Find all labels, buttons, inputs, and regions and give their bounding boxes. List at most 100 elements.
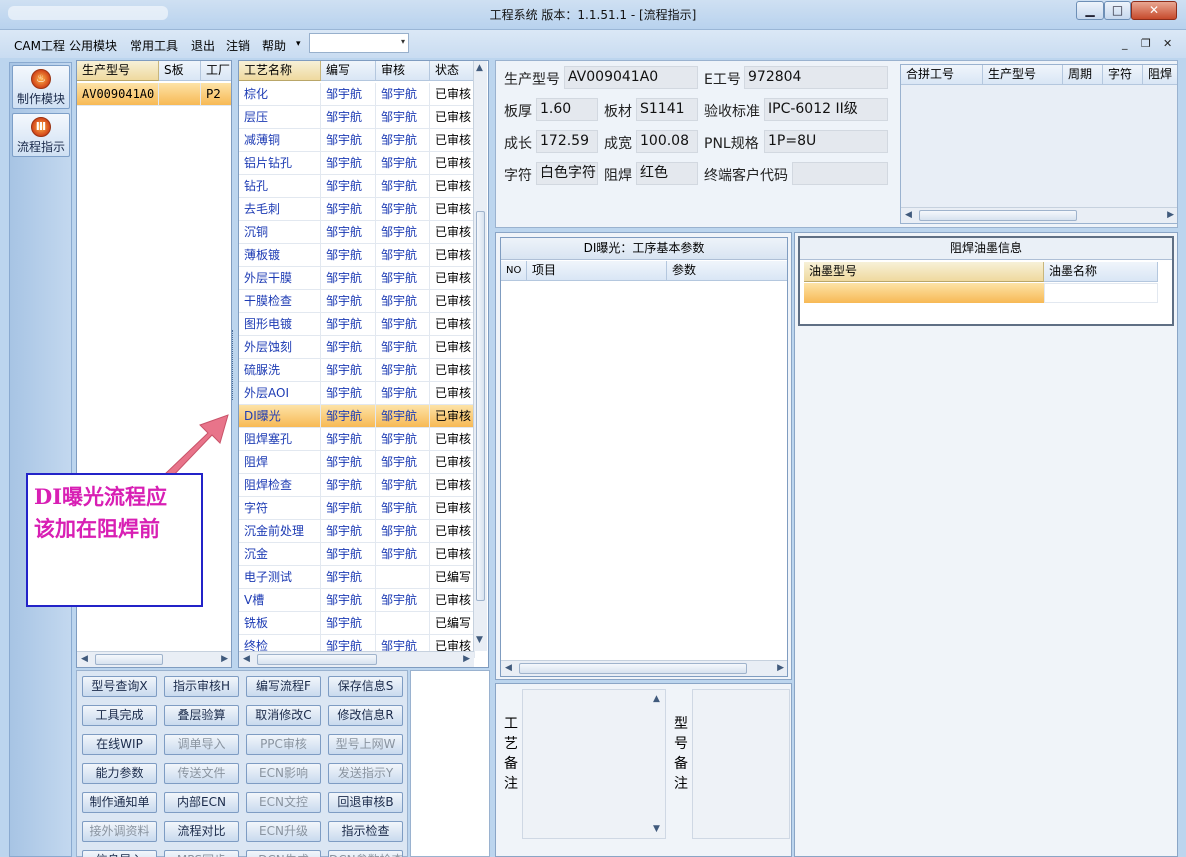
module-process-button[interactable]: Ⅲ 流程指示 (12, 113, 70, 157)
table-row[interactable]: 外层AOI 邹宇航 邹宇航 已审核 (239, 382, 475, 405)
action-button[interactable]: 保存信息S (328, 676, 403, 697)
table-row[interactable]: 棕化 邹宇航 邹宇航 已审核 (239, 83, 475, 106)
action-button[interactable]: 流程对比 (164, 821, 239, 842)
mdi-close-button[interactable]: ✕ (1163, 37, 1172, 50)
vertical-scrollbar[interactable]: ▲ ▼ (473, 61, 487, 651)
action-button[interactable]: 指示检查 (328, 821, 403, 842)
maximize-button[interactable]: □ (1104, 1, 1131, 20)
material-field[interactable]: S1141 (636, 98, 698, 121)
action-button[interactable]: 取消修改C (246, 705, 321, 726)
scroll-thumb[interactable] (257, 654, 377, 665)
col-cycle-header[interactable]: 周期 (1063, 65, 1103, 85)
scroll-down-icon[interactable]: ▼ (653, 824, 660, 834)
table-row[interactable]: 阻焊塞孔 邹宇航 邹宇航 已审核 (239, 428, 475, 451)
scroll-thumb[interactable] (919, 210, 1077, 221)
col-reviewer-header[interactable]: 审核 (376, 61, 430, 81)
mdi-restore-button[interactable]: ❐ (1141, 37, 1151, 50)
width-field[interactable]: 100.08 (636, 130, 698, 153)
scroll-right-icon[interactable]: ▶ (463, 654, 470, 664)
table-row[interactable]: 薄板镀 邹宇航 邹宇航 已审核 (239, 244, 475, 267)
col-char-header[interactable]: 字符 (1103, 65, 1143, 85)
scroll-left-icon[interactable]: ◀ (905, 210, 912, 220)
menu-tools[interactable]: 常用工具 (130, 37, 178, 54)
model-field[interactable]: AV009041A0 (564, 66, 698, 89)
horizontal-scrollbar[interactable]: ◀ ▶ (77, 651, 231, 667)
table-row[interactable]: 铣板 邹宇航 已编写 (239, 612, 475, 635)
horizontal-scrollbar[interactable]: ◀ ▶ (501, 660, 787, 676)
action-button[interactable]: 在线WIP (82, 734, 157, 755)
table-row[interactable]: 外层干膜 邹宇航 邹宇航 已审核 (239, 267, 475, 290)
model-remark-textarea[interactable] (692, 689, 790, 839)
col-status-header[interactable]: 状态 (430, 61, 475, 81)
action-button[interactable]: 发送指示Y (328, 763, 403, 784)
table-row[interactable]: 沉金 邹宇航 邹宇航 已审核 (239, 543, 475, 566)
table-row[interactable]: 铝片钻孔 邹宇航 邹宇航 已审核 (239, 152, 475, 175)
table-row[interactable]: 阻焊检查 邹宇航 邹宇航 已审核 (239, 474, 475, 497)
action-button[interactable]: 工具完成 (82, 705, 157, 726)
scroll-up-icon[interactable]: ▲ (476, 63, 483, 73)
scroll-thumb[interactable] (476, 211, 485, 601)
col-writer-header[interactable]: 编写 (321, 61, 376, 81)
scroll-down-icon[interactable]: ▼ (476, 635, 483, 645)
action-button[interactable]: DCN参数检查 (328, 850, 403, 857)
action-button[interactable]: 修改信息R (328, 705, 403, 726)
col-combine-eno-header[interactable]: 合拼工号 (901, 65, 983, 85)
thickness-field[interactable]: 1.60 (536, 98, 598, 121)
table-row[interactable]: 干膜检查 邹宇航 邹宇航 已审核 (239, 290, 475, 313)
scroll-thumb[interactable] (95, 654, 163, 665)
eno-field[interactable]: 972804 (744, 66, 888, 89)
table-row[interactable]: AV009041A0 P2 (77, 83, 231, 106)
col-no-header[interactable]: NO (501, 261, 527, 281)
action-button[interactable]: 能力参数 (82, 763, 157, 784)
scroll-up-icon[interactable]: ▲ (653, 694, 660, 704)
close-button[interactable]: ✕ (1131, 1, 1177, 20)
menu-public-modules[interactable]: 公用模块 (69, 37, 117, 54)
action-button[interactable]: 内部ECN (164, 792, 239, 813)
col-param-header[interactable]: 参数 (667, 261, 787, 281)
table-row[interactable]: 去毛刺 邹宇航 邹宇航 已审核 (239, 198, 475, 221)
action-button[interactable]: 接外调资料 (82, 821, 157, 842)
menu-combo-box[interactable]: ▾ (309, 33, 409, 53)
table-row[interactable]: 沉金前处理 邹宇航 邹宇航 已审核 (239, 520, 475, 543)
table-row[interactable]: DI曝光 邹宇航 邹宇航 已审核 (239, 405, 475, 428)
minimize-button[interactable]: ▁ (1076, 1, 1104, 20)
table-row[interactable]: 减薄铜 邹宇航 邹宇航 已审核 (239, 129, 475, 152)
table-row[interactable]: 钻孔 邹宇航 邹宇航 已审核 (239, 175, 475, 198)
action-button[interactable]: ECN影响 (246, 763, 321, 784)
splitter-handle[interactable] (232, 330, 237, 400)
scroll-left-icon[interactable]: ◀ (81, 654, 88, 664)
action-button[interactable]: DCN生成 (246, 850, 321, 857)
col-mask-header[interactable]: 阻焊 (1143, 65, 1177, 85)
menu-help[interactable]: 帮助 (262, 37, 286, 54)
horizontal-scrollbar[interactable]: ◀ ▶ (901, 207, 1177, 223)
action-button[interactable]: 型号查询X (82, 676, 157, 697)
action-button[interactable]: ECN文控 (246, 792, 321, 813)
mdi-minimize-button[interactable]: _ (1122, 37, 1128, 50)
table-row[interactable]: 外层蚀刻 邹宇航 邹宇航 已审核 (239, 336, 475, 359)
table-row[interactable]: 电子测试 邹宇航 已编写 (239, 566, 475, 589)
table-row[interactable]: 硫脲洗 邹宇航 邹宇航 已审核 (239, 359, 475, 382)
col-item-header[interactable]: 项目 (527, 261, 667, 281)
menu-logout[interactable]: 注销 (226, 37, 250, 54)
action-button[interactable]: MPS同步 (164, 850, 239, 857)
table-row[interactable]: 阻焊 邹宇航 邹宇航 已审核 (239, 451, 475, 474)
scroll-right-icon[interactable]: ▶ (221, 654, 228, 664)
action-button[interactable]: PPC审核 (246, 734, 321, 755)
mask-field[interactable]: 红色 (636, 162, 698, 185)
col-model-header[interactable]: 生产型号 (77, 61, 159, 81)
action-button[interactable]: 制作通知单 (82, 792, 157, 813)
action-button[interactable]: 编写流程F (246, 676, 321, 697)
action-button[interactable]: 叠层验算 (164, 705, 239, 726)
action-button[interactable]: ECN升级 (246, 821, 321, 842)
scroll-left-icon[interactable]: ◀ (505, 663, 512, 673)
horizontal-scrollbar[interactable]: ◀ ▶ (239, 651, 474, 667)
action-button[interactable]: 型号上网W (328, 734, 403, 755)
table-row[interactable]: V槽 邹宇航 邹宇航 已审核 (239, 589, 475, 612)
combo-arrow-icon[interactable]: ▾ (401, 37, 405, 46)
scroll-right-icon[interactable]: ▶ (1167, 210, 1174, 220)
pnl-field[interactable]: 1P=8U (764, 130, 888, 153)
help-dropdown-arrow-icon[interactable]: ▾ (296, 39, 301, 49)
scroll-left-icon[interactable]: ◀ (243, 654, 250, 664)
col-ink-model-header[interactable]: 油墨型号 (804, 262, 1044, 282)
col-combine-model-header[interactable]: 生产型号 (983, 65, 1063, 85)
